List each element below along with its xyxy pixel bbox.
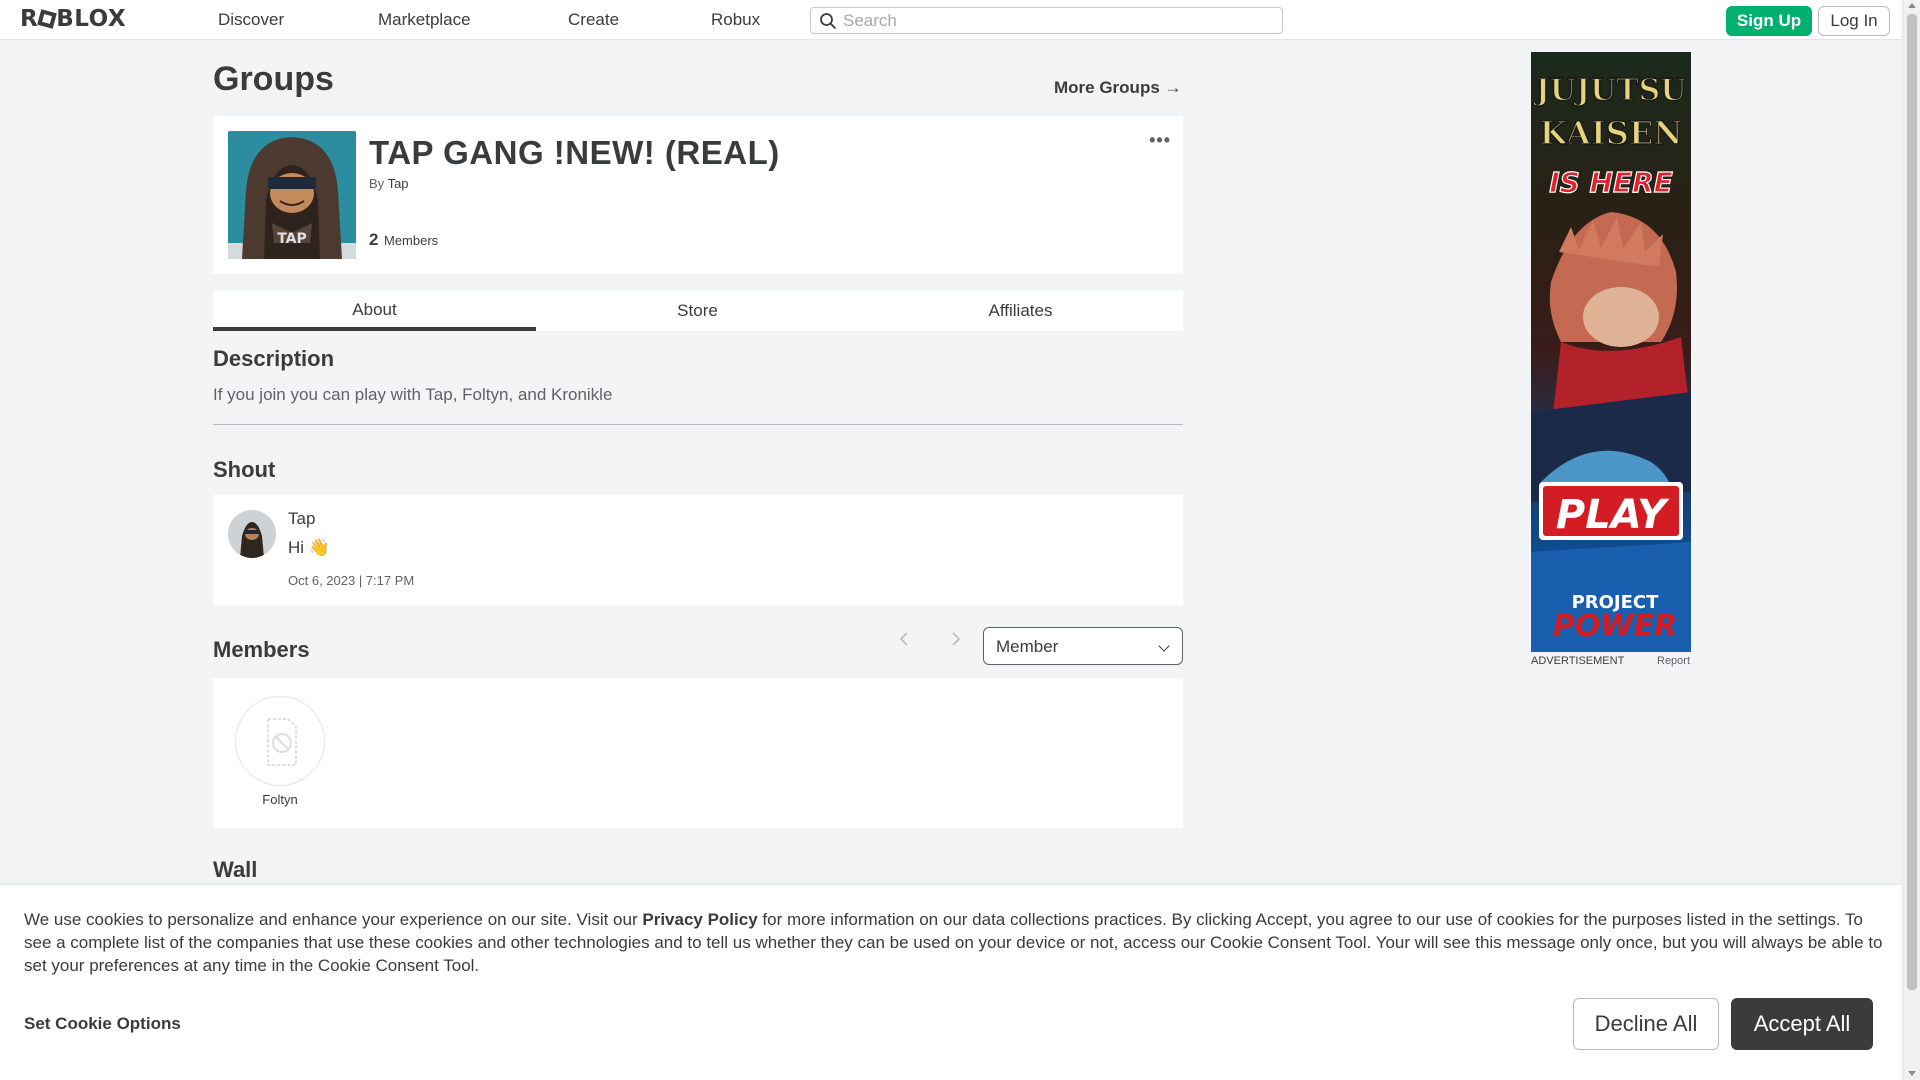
group-name: TAP GANG !NEW! (REAL) <box>369 134 780 171</box>
nav-discover[interactable]: Discover <box>218 10 284 30</box>
members-heading: Members <box>213 637 310 662</box>
sign-up-button[interactable]: Sign Up <box>1726 6 1812 36</box>
shout-timestamp: Oct 6, 2023 | 7:17 PM <box>288 573 415 588</box>
roblox-logo[interactable]: R BLOX <box>20 6 126 32</box>
tab-about[interactable]: About <box>213 291 536 331</box>
group-member-label: Members <box>384 233 439 248</box>
shout-username[interactable]: Tap <box>288 509 315 529</box>
member-role-select[interactable]: Member <box>983 627 1183 665</box>
ad-line2: KAISEN <box>1539 114 1682 152</box>
advertisement-label: ADVERTISEMENT <box>1531 655 1625 667</box>
ad-cta: PLAY <box>1556 492 1670 538</box>
ad-line1: JUJUTSU <box>1533 73 1687 108</box>
next-page-icon[interactable] <box>950 630 962 648</box>
cookie-banner: We use cookies to personalize and enhanc… <box>0 885 1902 1080</box>
log-in-button[interactable]: Log In <box>1818 6 1890 36</box>
tab-store[interactable]: Store <box>536 291 859 331</box>
blocked-image-icon <box>267 718 297 766</box>
description-heading: Description <box>213 346 335 371</box>
shout-heading: Shout <box>213 457 276 482</box>
member-avatar[interactable] <box>235 696 325 786</box>
section-divider <box>213 424 1183 425</box>
nav-create[interactable]: Create <box>568 10 619 30</box>
ad-line3: IS HERE <box>1549 166 1673 199</box>
shout-message: Hi 👋 <box>288 538 330 557</box>
scrollbar-thumb[interactable] <box>1907 14 1917 990</box>
wall-heading: Wall <box>213 857 258 882</box>
group-tabs: About Store Affiliates <box>213 291 1183 331</box>
more-options-icon[interactable]: ••• <box>1149 130 1171 151</box>
group-owner-link[interactable]: Tap <box>388 176 409 191</box>
member-role-value: Member <box>996 637 1059 656</box>
top-nav: R BLOX Discover Marketplace Create Robux … <box>0 0 1902 40</box>
member-name[interactable]: Foltyn <box>235 792 325 807</box>
members-list: Foltyn <box>213 678 1183 828</box>
nav-marketplace[interactable]: Marketplace <box>378 10 471 30</box>
accept-all-button[interactable]: Accept All <box>1731 998 1873 1050</box>
group-header-card: TAP TAP GANG !NEW! (REAL) By Tap 2 Membe… <box>213 116 1183 274</box>
page-title: Groups <box>213 60 334 98</box>
group-owner: By Tap <box>369 176 409 191</box>
search-icon <box>820 13 836 29</box>
advertisement-image: JUJUTSU KAISEN IS HERE PLAY PROJECT POWE… <box>1531 72 1691 652</box>
group-member-count: 2 <box>369 230 379 249</box>
search-input[interactable] <box>843 10 1273 31</box>
set-cookie-options-link[interactable]: Set Cookie Options <box>24 1014 181 1034</box>
chevron-down-icon <box>1158 640 1170 652</box>
shout-card: Tap Hi 👋 Oct 6, 2023 | 7:17 PM <box>213 495 1183 605</box>
scroll-up-icon[interactable] <box>1908 3 1916 8</box>
tab-affiliates[interactable]: Affiliates <box>859 291 1182 331</box>
page-scrollbar[interactable] <box>1902 0 1920 1080</box>
decline-all-button[interactable]: Decline All <box>1573 998 1719 1050</box>
previous-page-icon[interactable] <box>898 630 910 648</box>
group-owner-prefix: By <box>369 176 385 191</box>
nav-robux[interactable]: Robux <box>711 10 760 30</box>
privacy-policy-link[interactable]: Privacy Policy <box>642 910 757 929</box>
scroll-down-icon[interactable] <box>1908 1071 1916 1076</box>
group-emblem-image: TAP <box>228 131 356 259</box>
search-box[interactable] <box>810 7 1283 34</box>
advertisement-banner[interactable]: JUJUTSU KAISEN IS HERE PLAY PROJECT POWE… <box>1531 52 1691 652</box>
more-groups-link[interactable]: More Groups → <box>1054 78 1182 98</box>
cookie-message: We use cookies to personalize and enhanc… <box>24 908 1884 977</box>
cookie-text-before: We use cookies to personalize and enhanc… <box>24 910 643 929</box>
description-text: If you join you can play with Tap, Folty… <box>213 385 613 404</box>
shout-avatar-image <box>228 510 276 558</box>
report-ad-link[interactable]: Report <box>1657 655 1690 667</box>
group-emblem[interactable]: TAP <box>228 131 356 259</box>
svg-text:TAP: TAP <box>277 231 307 247</box>
ad-brand-bottom: POWER <box>1553 609 1677 644</box>
shout-avatar[interactable] <box>228 510 276 558</box>
